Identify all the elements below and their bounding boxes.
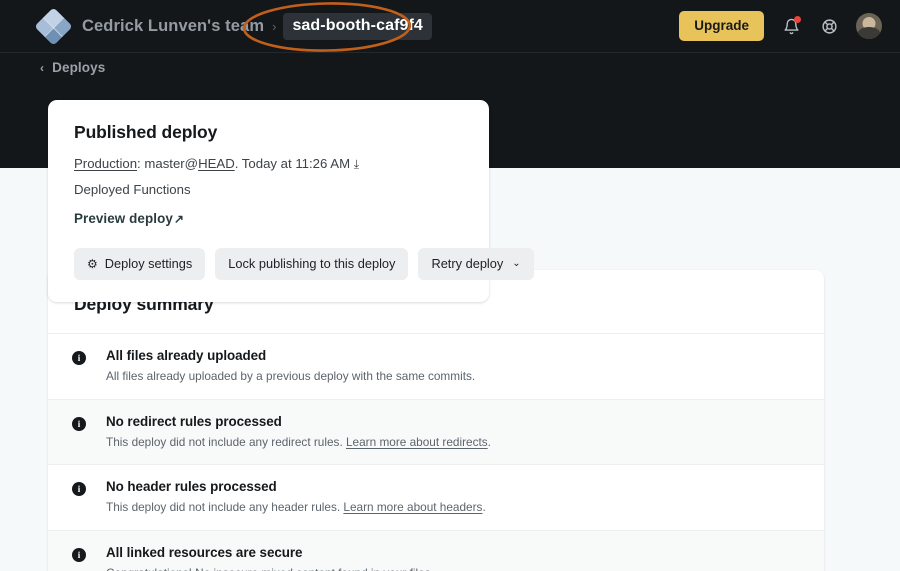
topbar-actions: Upgrade bbox=[679, 11, 882, 41]
meta-branch: master@ bbox=[144, 156, 199, 171]
published-deploy-card: Published deploy Production: master@HEAD… bbox=[48, 100, 534, 303]
row-text: No redirect rules processed This deploy … bbox=[106, 414, 798, 451]
row-text: No header rules processed This deploy di… bbox=[106, 479, 798, 516]
row-desc-text: All files already uploaded by a previous… bbox=[106, 369, 476, 383]
production-link[interactable]: Production bbox=[74, 156, 137, 171]
deploy-actions-row: ⚙ Deploy settings Lock publishing to thi… bbox=[74, 248, 534, 281]
back-to-deploys-link[interactable]: ‹ Deploys bbox=[40, 60, 105, 75]
netlify-diamond-logo[interactable] bbox=[34, 6, 73, 46]
info-icon: i bbox=[72, 547, 86, 562]
preview-deploy-link[interactable]: Preview deploy↗ bbox=[74, 211, 184, 226]
table-row[interactable]: i No header rules processed This deploy … bbox=[48, 464, 824, 530]
info-icon: i bbox=[72, 482, 86, 497]
avatar-body bbox=[857, 27, 881, 39]
row-desc-tail: . bbox=[482, 500, 486, 515]
table-row[interactable]: i All files already uploaded All files a… bbox=[48, 333, 824, 399]
deploy-meta-line: Production: master@HEAD. Today at 11:26 … bbox=[74, 154, 465, 173]
row-desc-text: This deploy did not include any header r… bbox=[106, 500, 344, 515]
external-link-arrow-icon: ↗ bbox=[173, 212, 185, 227]
retry-deploy-button[interactable]: Retry deploy ⌄ bbox=[418, 248, 534, 281]
row-description: All files already uploaded by a previous… bbox=[106, 368, 798, 385]
info-icon: i bbox=[72, 416, 86, 431]
row-desc-tail: . bbox=[487, 434, 491, 449]
lock-publishing-label: Lock publishing to this deploy bbox=[228, 256, 396, 272]
functions-link[interactable]: Functions bbox=[133, 182, 190, 197]
lock-publishing-button[interactable]: Lock publishing to this deploy bbox=[215, 248, 409, 281]
preview-deploy-label: Preview deploy bbox=[74, 211, 173, 227]
deploy-settings-label: Deploy settings bbox=[104, 256, 193, 272]
row-description: Congratulations! No insecure mixed conte… bbox=[106, 565, 798, 571]
download-icon[interactable]: ⤓ bbox=[354, 157, 359, 171]
row-desc-text: This deploy did not include any redirect… bbox=[106, 434, 346, 449]
retry-deploy-label: Retry deploy bbox=[431, 256, 504, 272]
deployed-functions-line: Deployed Functions bbox=[74, 182, 465, 197]
user-avatar[interactable] bbox=[856, 13, 882, 39]
site-name-chip[interactable]: sad-booth-caf9f4 bbox=[283, 12, 432, 40]
bell-icon[interactable] bbox=[780, 15, 802, 37]
row-text: All linked resources are secure Congratu… bbox=[106, 545, 798, 571]
row-title: No redirect rules processed bbox=[106, 413, 282, 429]
learn-more-link[interactable]: Learn more about headers bbox=[343, 500, 482, 514]
lifebuoy-icon[interactable] bbox=[818, 15, 840, 37]
info-icon: i bbox=[72, 351, 86, 365]
row-text: All files already uploaded All files alr… bbox=[106, 348, 798, 385]
row-title: No header rules processed bbox=[106, 479, 277, 495]
row-desc-text: Congratulations! No insecure mixed conte… bbox=[106, 566, 434, 571]
row-title: All files already uploaded bbox=[106, 348, 267, 363]
breadcrumb-separator-icon: › bbox=[272, 18, 277, 34]
notification-dot bbox=[794, 16, 801, 23]
row-title: All linked resources are secure bbox=[106, 544, 303, 560]
row-description: This deploy did not include any header r… bbox=[106, 499, 798, 516]
row-description: This deploy did not include any redirect… bbox=[106, 434, 798, 451]
upgrade-button[interactable]: Upgrade bbox=[679, 11, 764, 41]
chevron-down-icon: ⌄ bbox=[512, 257, 521, 269]
deployed-prefix: Deployed bbox=[74, 182, 134, 198]
deploy-summary-card: Deploy summary i All files already uploa… bbox=[48, 270, 824, 571]
top-navigation-bar: Cedrick Lunven's team › sad-booth-caf9f4… bbox=[0, 0, 900, 53]
team-name-breadcrumb[interactable]: Cedrick Lunven's team bbox=[82, 17, 264, 36]
published-deploy-title: Published deploy bbox=[74, 122, 218, 142]
table-row[interactable]: i All linked resources are secure Congra… bbox=[48, 529, 824, 571]
deploy-settings-button[interactable]: ⚙ Deploy settings bbox=[74, 248, 206, 281]
gear-icon: ⚙ bbox=[87, 256, 98, 271]
table-row[interactable]: i No redirect rules processed This deplo… bbox=[48, 398, 824, 465]
meta-timestamp: . Today at 11:26 AM bbox=[234, 156, 354, 171]
head-ref[interactable]: HEAD bbox=[198, 156, 235, 171]
learn-more-link[interactable]: Learn more about redirects bbox=[346, 435, 488, 449]
chevron-left-icon: ‹ bbox=[40, 60, 45, 75]
back-link-label: Deploys bbox=[52, 60, 106, 75]
